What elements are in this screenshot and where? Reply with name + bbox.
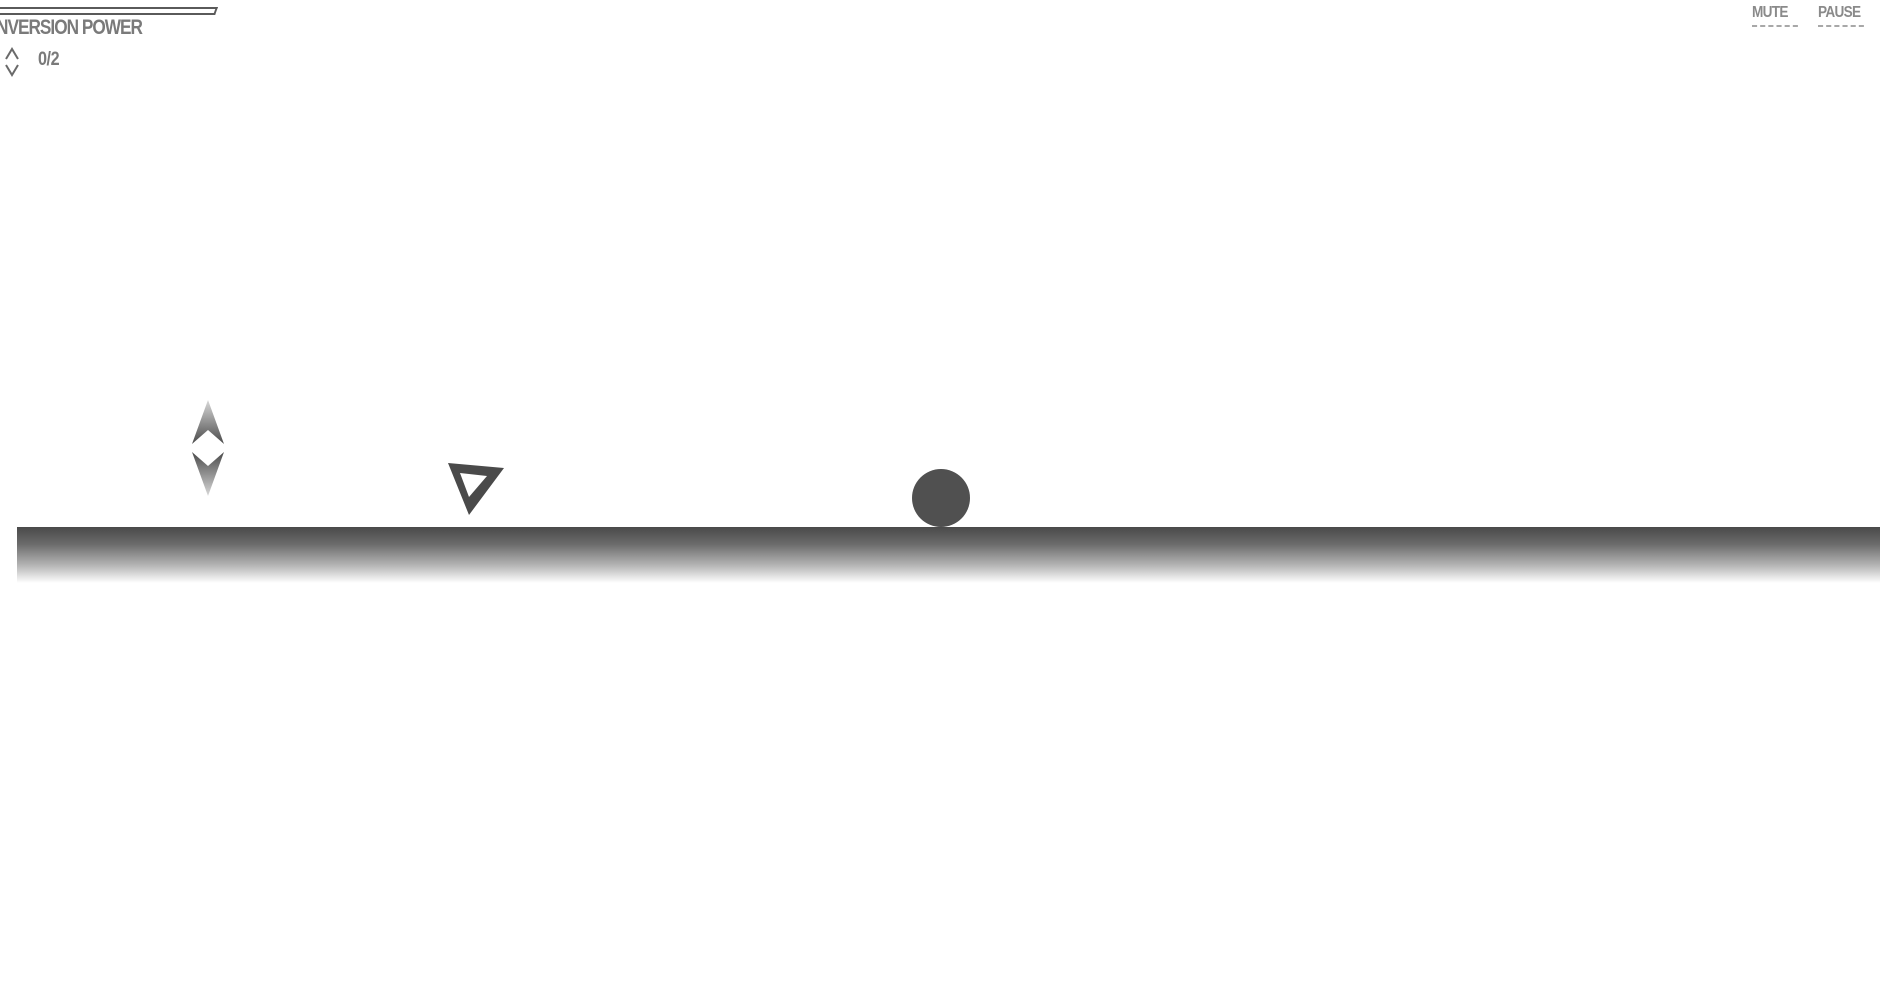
triangle-player-icon [448,463,504,515]
mute-button[interactable]: MUTE [1752,4,1798,27]
inversion-power-bar [0,7,218,15]
pause-button[interactable]: PAUSE [1818,4,1864,27]
gem-counter: 0/2 [38,49,60,70]
diamond-gem-icon [192,400,224,496]
ground-platform [17,527,1880,583]
double-chevron-gem-icon [5,47,19,77]
game-stage[interactable]: NVERSION POWER 0/2 MUTE PAUSE [0,0,1880,984]
ball-icon [912,469,970,527]
inversion-power-label: NVERSION POWER [0,16,143,39]
